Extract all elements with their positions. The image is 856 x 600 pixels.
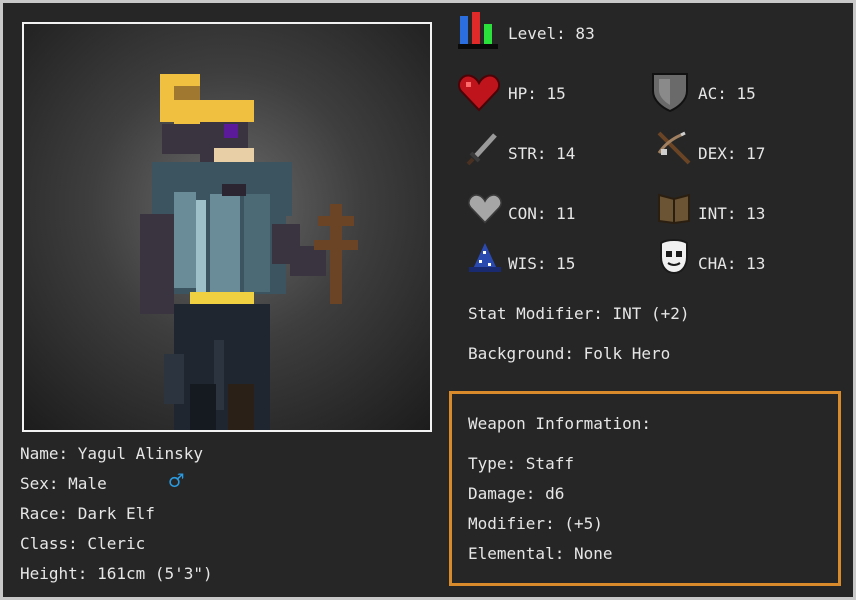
character-sex: Sex: Male <box>20 474 107 493</box>
character-race: Race: Dark Elf <box>20 504 155 523</box>
ac-value: AC: 15 <box>698 84 756 103</box>
background-info: Background: Folk Hero <box>468 344 671 363</box>
weapon-damage: Damage: d6 <box>468 484 565 503</box>
character-portrait <box>22 22 432 432</box>
weapon-heading: Weapon Information: <box>468 414 652 433</box>
wis-value: WIS: 15 <box>508 254 576 273</box>
con-value: CON: 11 <box>508 204 576 223</box>
hp-value: HP: 15 <box>508 84 566 103</box>
int-value: INT: 13 <box>698 204 766 223</box>
pixel-character-sprite <box>140 74 358 430</box>
cha-value: CHA: 13 <box>698 254 766 273</box>
crossbow-icon <box>657 131 691 165</box>
weapon-modifier: Modifier: (+5) <box>468 514 603 533</box>
male-symbol-icon: ♂ <box>169 467 184 495</box>
character-name: Name: Yagul Alinsky <box>20 444 204 463</box>
dex-value: DEX: 17 <box>698 144 766 163</box>
mask-icon <box>660 239 688 275</box>
heart-icon <box>458 74 500 112</box>
grey-heart-icon <box>468 194 502 224</box>
level-value: Level: 83 <box>508 24 595 43</box>
weapon-elemental: Elemental: None <box>468 544 613 563</box>
bar-chart-icon <box>458 12 498 49</box>
sword-icon <box>466 133 497 166</box>
wizard-hat-icon <box>469 243 501 272</box>
character-class: Class: Cleric <box>20 534 146 553</box>
weapon-type: Type: Staff <box>468 454 574 473</box>
character-sheet: Name: Yagul Alinsky Sex: Male ♂ Race: Da… <box>3 3 853 597</box>
shield-icon <box>652 73 688 113</box>
character-height: Height: 161cm (5'3") <box>20 564 213 583</box>
stat-modifier: Stat Modifier: INT (+2) <box>468 304 690 323</box>
book-icon <box>658 193 690 225</box>
str-value: STR: 14 <box>508 144 576 163</box>
